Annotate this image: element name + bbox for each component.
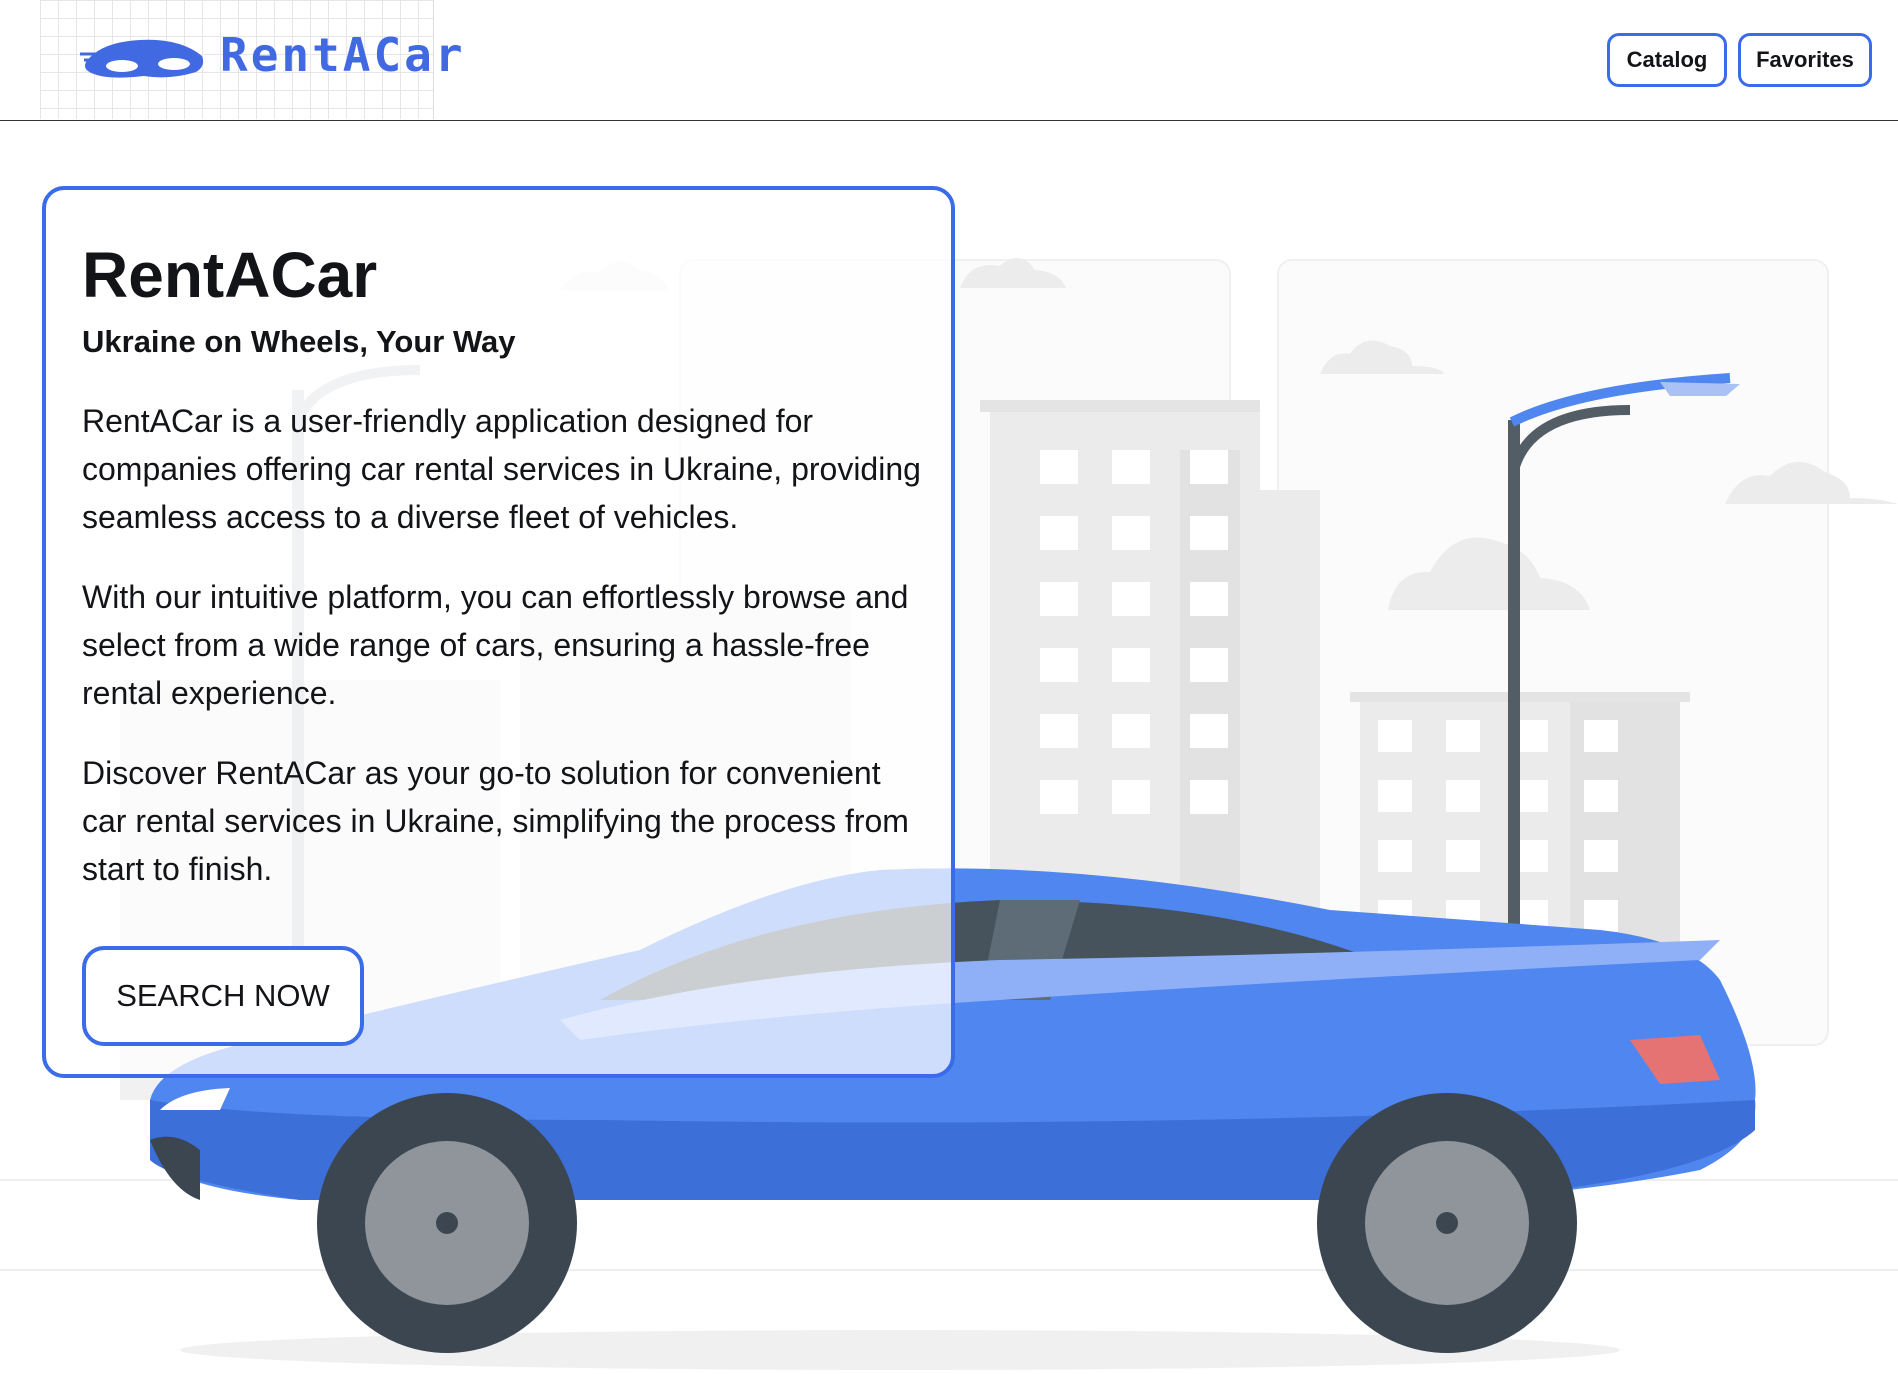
home-page: RentACar Catalog Favorites RentACar Ukra… — [0, 0, 1898, 1374]
nav-catalog-button[interactable]: Catalog — [1607, 33, 1727, 87]
site-header: RentACar Catalog Favorites — [0, 0, 1898, 121]
logo[interactable]: RentACar — [40, 0, 463, 119]
logo-text: RentACar — [220, 28, 466, 82]
nav-favorites-button[interactable]: Favorites — [1738, 33, 1872, 87]
hero-card: RentACar Ukraine on Wheels, Your Way Ren… — [42, 186, 955, 1078]
page-title: RentACar — [82, 239, 378, 311]
car-logo-icon — [80, 39, 204, 78]
intro-paragraph: RentACar is a user-friendly application … — [82, 403, 921, 535]
discover-paragraph: Discover RentACar as your go-to solution… — [82, 755, 909, 887]
page-subtitle: Ukraine on Wheels, Your Way — [82, 324, 516, 359]
platform-paragraph: With our intuitive platform, you can eff… — [82, 579, 909, 711]
search-now-button[interactable]: SEARCH NOW — [82, 946, 364, 1046]
